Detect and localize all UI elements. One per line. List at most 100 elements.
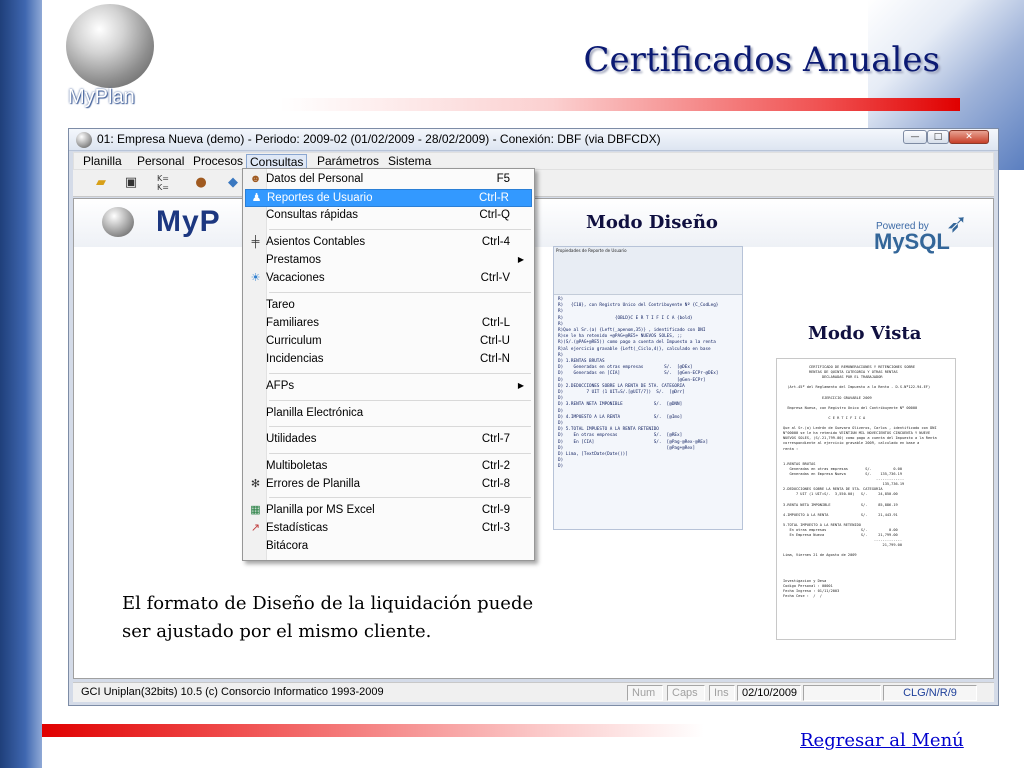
calculator-icon[interactable]: K= K= [153,174,173,192]
design-preview-header: Propiedades de Reporte de Usuario [554,247,742,295]
dropdown-item-prestamos[interactable]: Prestamos ▶ [245,252,532,270]
dropdown-separator [269,292,531,293]
dropdown-item-utilidades[interactable]: Utilidades Ctrl-7 [245,431,532,449]
dropdown-item-label: Datos del Personal [266,173,364,185]
dropdown-item-shortcut: Ctrl-Q [479,209,510,221]
statusbar: GCI Uniplan(32bits) 10.5 (c) Consorcio I… [73,682,994,702]
slide-left-bar [0,0,42,768]
mode-design-label: Modo Diseño [586,212,718,233]
view-preview: CERTIFICADO DE REMUNERACIONES Y RETENCIO… [776,358,956,640]
banner-logo-ball [102,207,134,237]
status-caps: Caps [667,685,705,701]
dropdown-item-shortcut: Ctrl-2 [481,460,510,472]
dropdown-item-label: Planilla Electrónica [266,407,364,419]
dropdown-item-shortcut: Ctrl-8 [481,478,510,490]
menu-consultas[interactable]: Consultas [246,154,308,169]
design-preview-title: Propiedades de Reporte de Usuario [556,248,627,253]
design-preview-line: R)(S/.(@PAG+@RE5)) como pago a cuenta de… [558,340,716,346]
person-icon: ☻ [249,173,262,185]
dropdown-item-label: AFPs [266,380,295,392]
dropdown-item-shortcut: Ctrl-9 [481,504,510,516]
status-ins: Ins [709,685,735,701]
menu-personal[interactable]: Personal [134,154,187,169]
users-icon[interactable]: ◆ [223,174,243,192]
dropdown-item-afps[interactable]: AFPs ▶ [245,378,532,396]
excel-icon: ▦ [250,504,261,516]
maximize-button[interactable]: □ [927,130,949,144]
dropdown-item-vacaciones[interactable]: ☀ Vacaciones Ctrl-V [245,270,532,288]
dropdown-item-planilla-por-ms-excel[interactable]: ▦ Planilla por MS Excel Ctrl-9 [245,502,532,520]
mysql-logo: MySQL [874,229,950,254]
dropdown-item-label: Incidencias [266,353,324,365]
dropdown-item-shortcut: Ctrl-L [481,317,510,329]
dropdown-item-tareo[interactable]: Tareo [245,297,532,315]
design-preview-line: D) Generadas en [CIA] S/. [@Gen-ECPr-@DE… [558,371,719,377]
myplan-logo-text: MyPlan [68,86,135,108]
dropdown-separator [269,453,531,454]
status-date: 02/10/2009 [737,685,801,701]
dropdown-item-familiares[interactable]: Familiares Ctrl-L [245,315,532,333]
dropdown-item-label: Multiboletas [266,460,328,472]
dropdown-item-label: Tareo [266,299,295,311]
slide-caption: El formato de Diseño de la liquidación p… [122,590,533,646]
view-preview-line: (Art.45º del Reglamento del Impuesto a l… [783,385,931,390]
dropdown-item-curriculum[interactable]: Curriculum Ctrl-U [245,333,532,351]
slide-title: Certificados Anuales [583,40,940,80]
dropdown-item-shortcut: F5 [496,173,510,185]
dropdown-item-shortcut: Ctrl-V [480,272,510,284]
dropdown-item-shortcut: Ctrl-R [478,192,509,204]
app-icon[interactable] [76,132,92,148]
dropdown-item-incidencias[interactable]: Incidencias Ctrl-N [245,351,532,369]
menu-parametros[interactable]: Parámetros [314,154,382,169]
mode-view-label: Modo Vista [808,323,922,344]
close-button[interactable]: ✕ [949,130,989,144]
window-titlebar[interactable]: 01: Empresa Nueva (demo) - Periodo: 2009… [69,129,998,151]
users-icon: ♟ [251,192,262,204]
minimize-button[interactable]: — [903,130,927,144]
menu-sistema[interactable]: Sistema [385,154,434,169]
dropdown-item-multiboletas[interactable]: Multiboletas Ctrl-2 [245,458,532,476]
submenu-arrow-icon: ▶ [517,255,524,264]
dropdown-separator [269,426,531,427]
window-title: 01: Empresa Nueva (demo) - Periodo: 2009… [97,132,661,146]
dropdown-item-reportes-de-usuario[interactable]: ♟ Reportes de Usuario Ctrl-R [245,189,532,207]
dropdown-item-label: Vacaciones [266,272,325,284]
status-mode: CLG/N/R/9 [883,685,977,701]
status-app-info: GCI Uniplan(32bits) 10.5 (c) Consorcio I… [81,686,384,698]
myplan-logo-ball [66,4,154,88]
view-preview-line: Fecha Cese : / / [783,594,822,599]
bottom-accent-bar [42,724,704,737]
dropdown-item-label: Consultas rápidas [266,209,359,221]
dropdown-item-label: Reportes de Usuario [267,192,373,204]
dropdown-item-shortcut: Ctrl-U [479,335,510,347]
banner-logo: MyP [156,205,221,238]
dropdown-item-consultas-rapidas[interactable]: Consultas rápidas Ctrl-Q [245,207,532,225]
design-preview-body: R) R) {C10}, con Registro Unico del Contr… [554,295,742,473]
dropdown-item-label: Utilidades [266,433,317,445]
dropdown-item-label: Curriculum [266,335,322,347]
person-icon[interactable]: ● [191,174,211,192]
dropdown-item-bitacora[interactable]: Bitácora [245,538,532,556]
dropdown-item-label: Planilla por MS Excel [266,504,375,516]
dropdown-item-shortcut: Ctrl-N [479,353,510,365]
dropdown-separator [269,497,531,498]
window-icon[interactable]: ▣ [121,174,141,192]
design-preview: Propiedades de Reporte de Usuario R) R) {… [553,246,743,530]
dropdown-item-planilla-electronica[interactable]: Planilla Electrónica [245,405,532,423]
open-folder-icon[interactable]: ▰ [91,174,111,192]
status-empty [803,685,881,701]
dropdown-item-datos-del-personal[interactable]: ☻ Datos del Personal F5 [245,171,532,189]
menu-planilla[interactable]: Planilla [80,154,125,169]
dropdown-item-shortcut: Ctrl-4 [481,236,510,248]
status-num: Num [627,685,663,701]
design-preview-line: R) {C10}, con Registro Unico del Contrib… [558,303,719,309]
dropdown-item-asientos-contables[interactable]: ╪ Asientos Contables Ctrl-4 [245,234,532,252]
back-to-menu-link[interactable]: Regresar al Menú [800,730,964,751]
dropdown-item-estadisticas[interactable]: ↗ Estadísticas Ctrl-3 [245,520,532,538]
consultas-dropdown: ☻ Datos del Personal F5 ♟ Reportes de Usuari… [242,168,535,561]
dropdown-item-shortcut: Ctrl-7 [481,433,510,445]
caption-line-2: ser ajustado por el mismo cliente. [122,621,432,642]
dropdown-item-errores-de-planilla[interactable]: ✻ Errores de Planilla Ctrl-8 [245,476,532,494]
submenu-arrow-icon: ▶ [517,381,524,390]
menu-procesos[interactable]: Procesos [190,154,246,169]
